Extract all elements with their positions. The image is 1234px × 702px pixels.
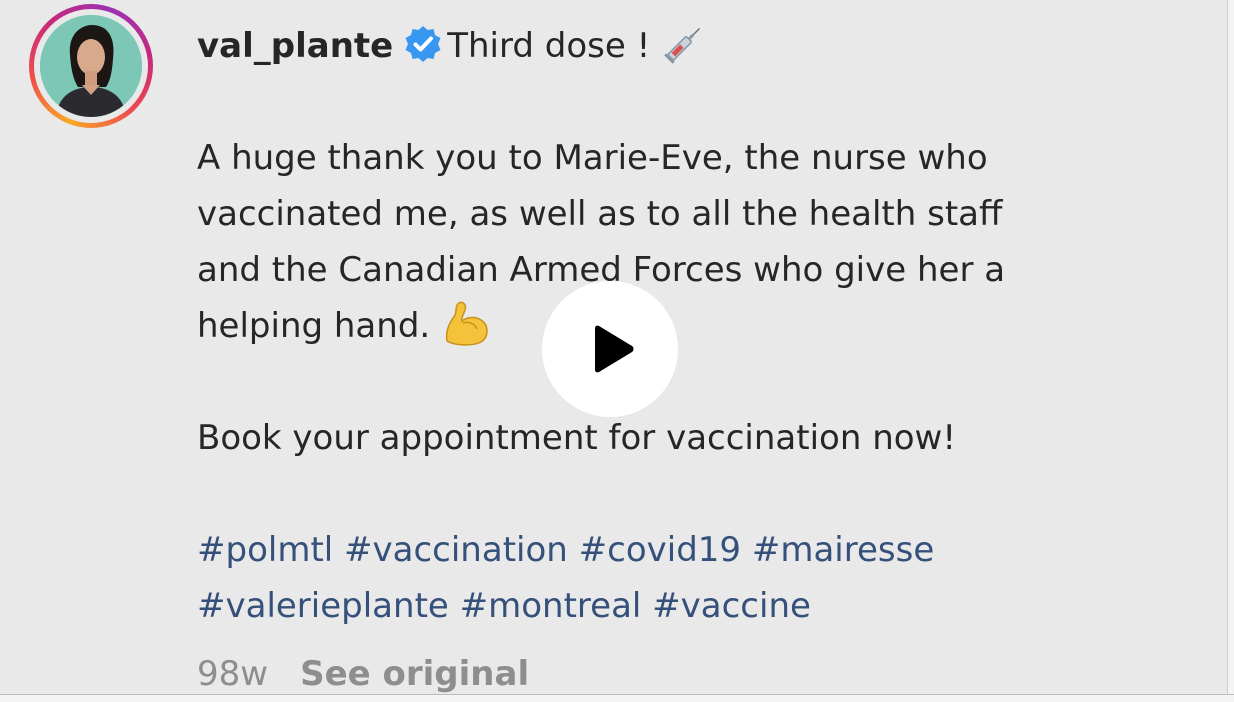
story-ring[interactable] [29, 4, 153, 128]
post-caption: val_plante Third dose ! A huge thank you… [197, 18, 1177, 634]
post-meta: 98w See original [197, 652, 529, 696]
avatar-portrait [40, 15, 142, 117]
caption-cta: Book your appointment for vaccination no… [197, 418, 956, 458]
caption-spacer-2 [197, 354, 1177, 410]
hashtag-row-2: #valerieplante #montreal #vaccine [197, 578, 1177, 634]
caption-line-2: vaccinated me, as well as to all the hea… [197, 194, 1003, 234]
hashtag-link[interactable]: #polmtl [197, 530, 333, 570]
timestamp[interactable]: 98w [197, 654, 268, 694]
hashtag-link[interactable]: #montreal [460, 586, 642, 626]
caption-line-4-row: helping hand. [197, 298, 1177, 354]
avatar[interactable] [40, 15, 142, 117]
flexed-biceps-icon [445, 301, 488, 346]
play-button[interactable] [542, 281, 678, 417]
hashtag-link[interactable]: #mairesse [752, 530, 934, 570]
username-link[interactable]: val_plante [197, 26, 393, 66]
bottom-edge [0, 694, 1234, 702]
hashtag-link[interactable]: #covid19 [579, 530, 741, 570]
hashtag-link[interactable]: #valerieplante [197, 586, 449, 626]
caption-line-4: helping hand. [197, 306, 431, 346]
see-original-button[interactable]: See original [300, 654, 529, 694]
hashtag-link[interactable]: #vaccine [652, 586, 811, 626]
hashtag-row-1: #polmtl #vaccination #covid19 #mairesse [197, 522, 1177, 578]
hashtag-link[interactable]: #vaccination [344, 530, 568, 570]
caption-header: val_plante Third dose ! [197, 18, 1177, 74]
caption-spacer-3 [197, 466, 1177, 522]
caption-line-1: A huge thank you to Marie-Eve, the nurse… [197, 138, 988, 178]
syringe-icon [664, 27, 701, 64]
caption-line-3: and the Canadian Armed Forces who give h… [197, 250, 1006, 290]
verified-badge-icon [405, 26, 441, 62]
right-edge [1227, 0, 1234, 702]
play-icon [595, 325, 634, 373]
caption-title: Third dose ! [447, 26, 651, 66]
